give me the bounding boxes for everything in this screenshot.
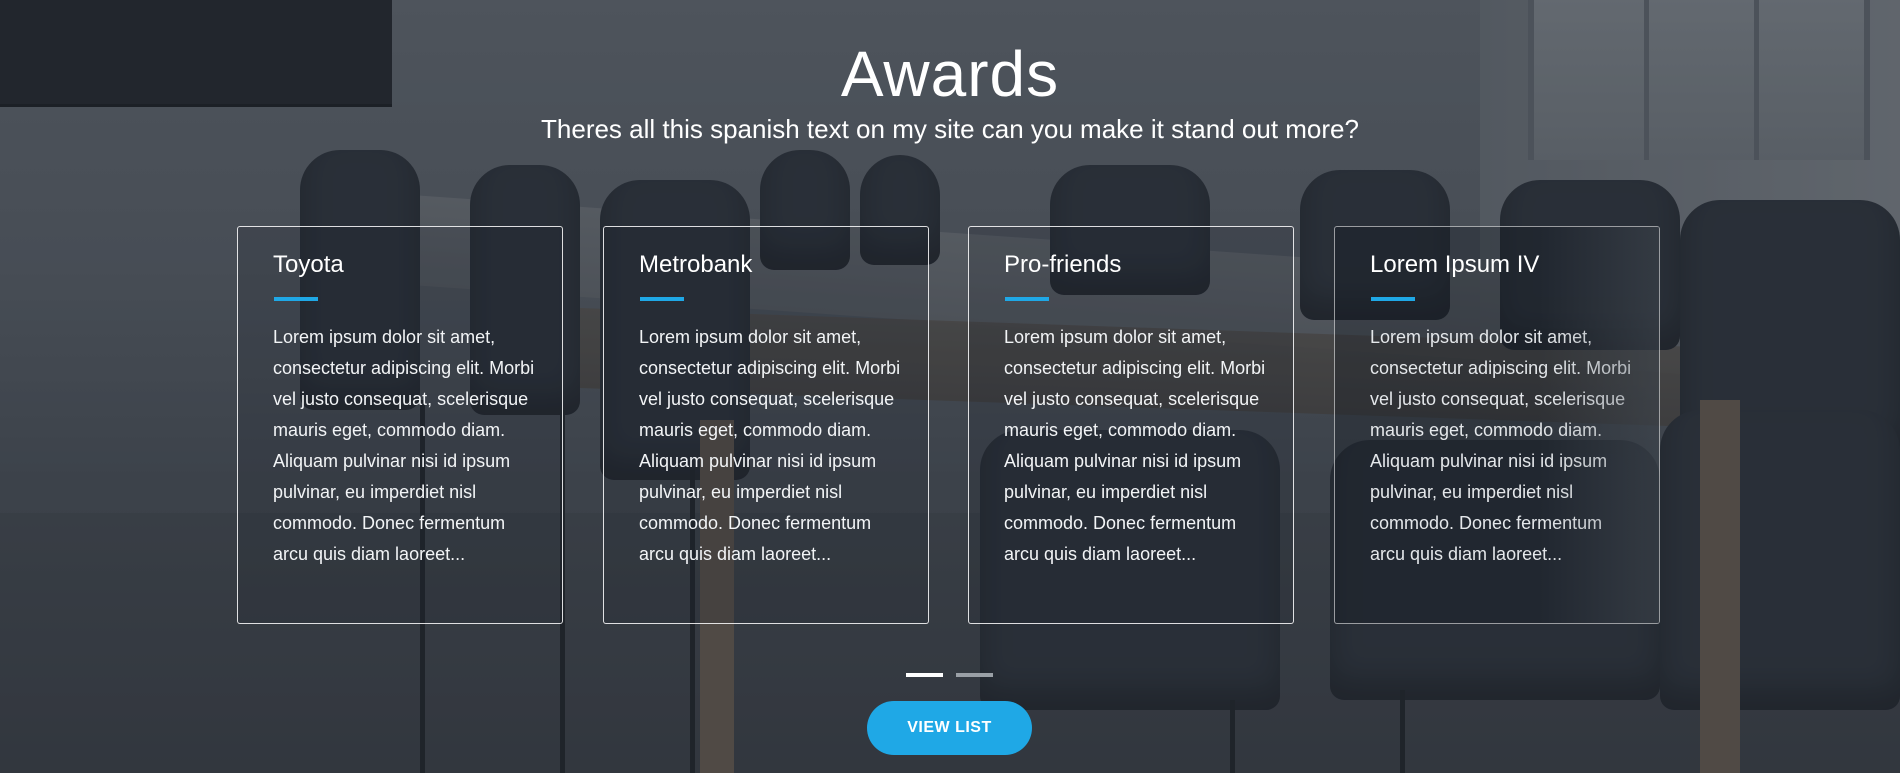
card-description: Lorem ipsum dolor sit amet, consectetur … (1004, 327, 1266, 564)
section-subtitle: Theres all this spanish text on my site … (541, 114, 1359, 144)
card-title: Pro-friends (1004, 251, 1122, 278)
pagination-dot-1[interactable] (906, 673, 943, 677)
section-title: Awards (840, 38, 1060, 110)
card-accent-rule (1005, 297, 1049, 301)
card-description: Lorem ipsum dolor sit amet, consectetur … (273, 327, 535, 564)
card-description: Lorem ipsum dolor sit amet, consectetur … (1370, 327, 1632, 564)
card-accent-rule (640, 297, 684, 301)
card-accent-rule (274, 297, 318, 301)
card-title: Lorem Ipsum IV (1370, 251, 1540, 278)
card-accent-rule (1371, 297, 1415, 301)
award-card-lorem-ipsum-iv[interactable]: Lorem Ipsum IV Lorem ipsum dolor sit ame… (1334, 226, 1660, 624)
award-card-toyota[interactable]: Toyota Lorem ipsum dolor sit amet, conse… (237, 226, 563, 624)
section-header: Awards Theres all this spanish text on m… (0, 36, 1900, 146)
card-title: Metrobank (639, 251, 753, 278)
award-card-pro-friends[interactable]: Pro-friends Lorem ipsum dolor sit amet, … (968, 226, 1294, 624)
pagination-dot-2[interactable] (956, 673, 993, 677)
view-list-button[interactable]: VIEW LIST (867, 701, 1032, 755)
awards-section: Awards Theres all this spanish text on m… (0, 0, 1900, 773)
card-title: Toyota (273, 251, 344, 278)
card-description: Lorem ipsum dolor sit amet, consectetur … (639, 327, 901, 564)
award-card-metrobank[interactable]: Metrobank Lorem ipsum dolor sit amet, co… (603, 226, 929, 624)
